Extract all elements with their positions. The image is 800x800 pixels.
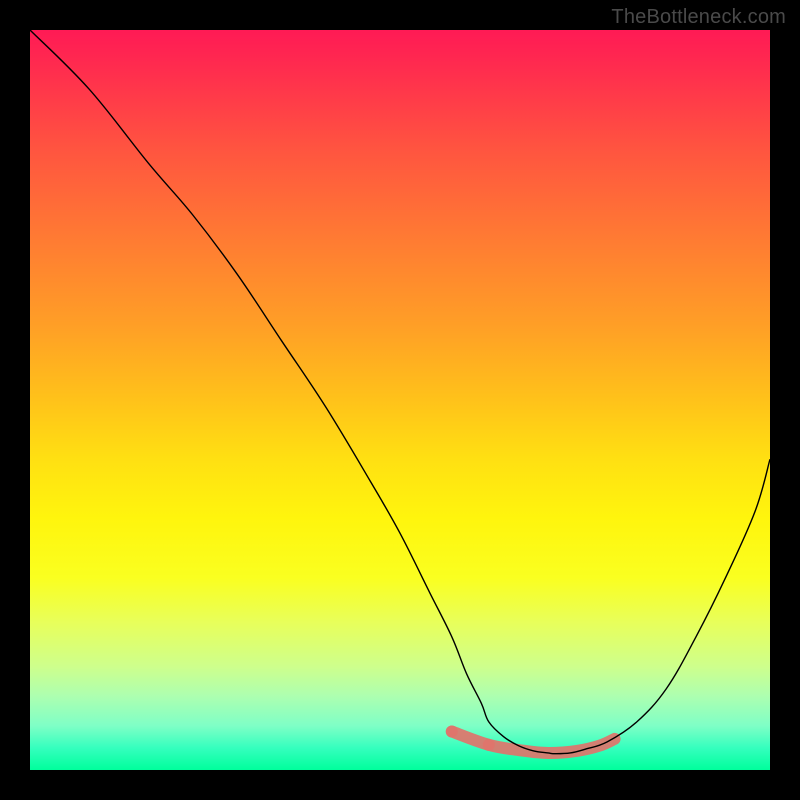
chart-stage: TheBottleneck.com (0, 0, 800, 800)
plot-area (30, 30, 770, 770)
watermark-text: TheBottleneck.com (611, 6, 786, 29)
optimal-region-dot (446, 726, 458, 738)
optimal-region-dot (483, 739, 495, 751)
bottleneck-curve (30, 30, 770, 754)
chart-overlay (30, 30, 770, 770)
optimal-region-highlight (452, 732, 615, 753)
